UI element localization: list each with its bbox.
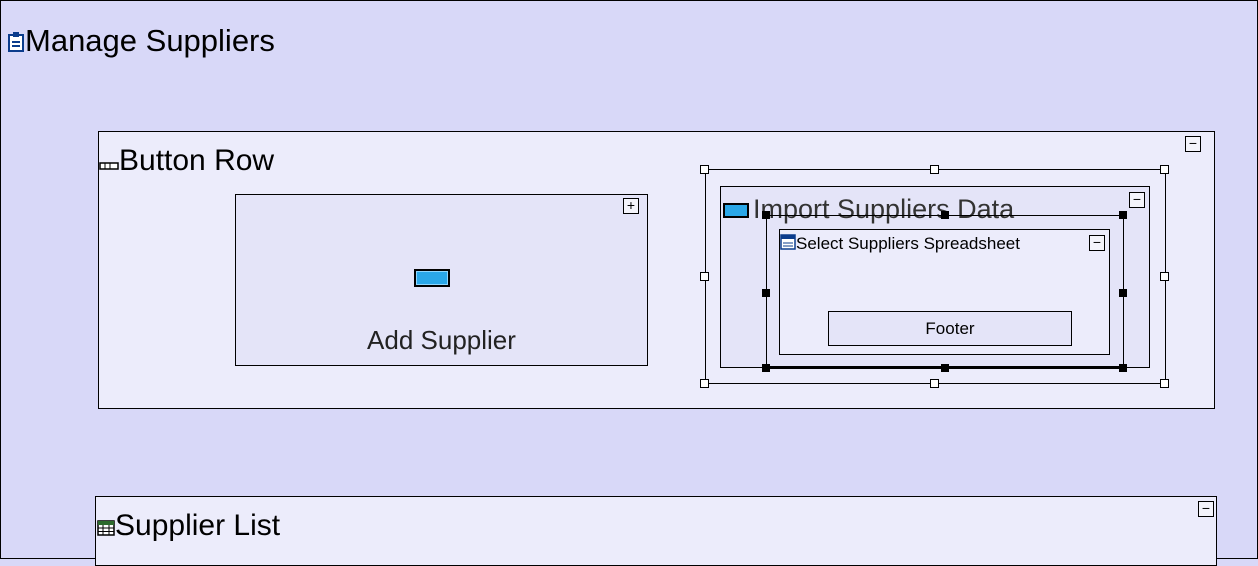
select-spreadsheet-title: Select Suppliers Spreadsheet: [780, 234, 1086, 255]
resize-handle[interactable]: [941, 364, 949, 372]
button-icon: [723, 203, 749, 219]
resize-handle[interactable]: [762, 289, 770, 297]
supplier-list-title-text: Supplier List: [115, 509, 281, 542]
resize-handle[interactable]: [762, 364, 770, 372]
select-spreadsheet-label: Select Suppliers Spreadsheet: [796, 234, 1020, 253]
resize-handle[interactable]: [1119, 364, 1127, 372]
select-spreadsheet-collapse-button[interactable]: −: [1089, 235, 1105, 251]
button-row-title: Button Row: [99, 145, 274, 178]
resize-handle[interactable]: [1119, 211, 1127, 219]
page-title-text: Manage Suppliers: [25, 23, 275, 58]
resize-handle[interactable]: [930, 165, 939, 174]
resize-handle[interactable]: [762, 211, 770, 219]
import-suppliers-collapse-button[interactable]: −: [1129, 192, 1145, 208]
resize-handle[interactable]: [930, 379, 939, 388]
resize-handle[interactable]: [941, 211, 949, 219]
add-supplier-expand-button[interactable]: +: [623, 198, 639, 214]
button-row-icon: [99, 146, 119, 178]
page-title: Manage Suppliers: [7, 23, 275, 61]
footer-section[interactable]: Footer: [828, 311, 1072, 346]
canvas: { "page": { "title": "Manage Suppliers",…: [0, 0, 1258, 566]
resize-handle[interactable]: [1160, 379, 1169, 388]
form-icon: [7, 25, 25, 61]
supplier-list-collapse-button[interactable]: −: [1198, 501, 1214, 517]
button-row-title-text: Button Row: [119, 144, 275, 177]
table-icon: [97, 511, 115, 543]
resize-handle[interactable]: [1160, 272, 1169, 281]
resize-handle[interactable]: [700, 272, 709, 281]
supplier-list-title: Supplier List: [97, 510, 280, 543]
button-row-collapse-button[interactable]: −: [1185, 136, 1201, 152]
resize-handle[interactable]: [700, 165, 709, 174]
resize-handle[interactable]: [1160, 165, 1169, 174]
button-icon: [414, 269, 450, 287]
resize-handle[interactable]: [1119, 289, 1127, 297]
add-supplier-label: Add Supplier: [367, 325, 516, 355]
resize-handle[interactable]: [700, 379, 709, 388]
window-icon: [780, 234, 796, 255]
